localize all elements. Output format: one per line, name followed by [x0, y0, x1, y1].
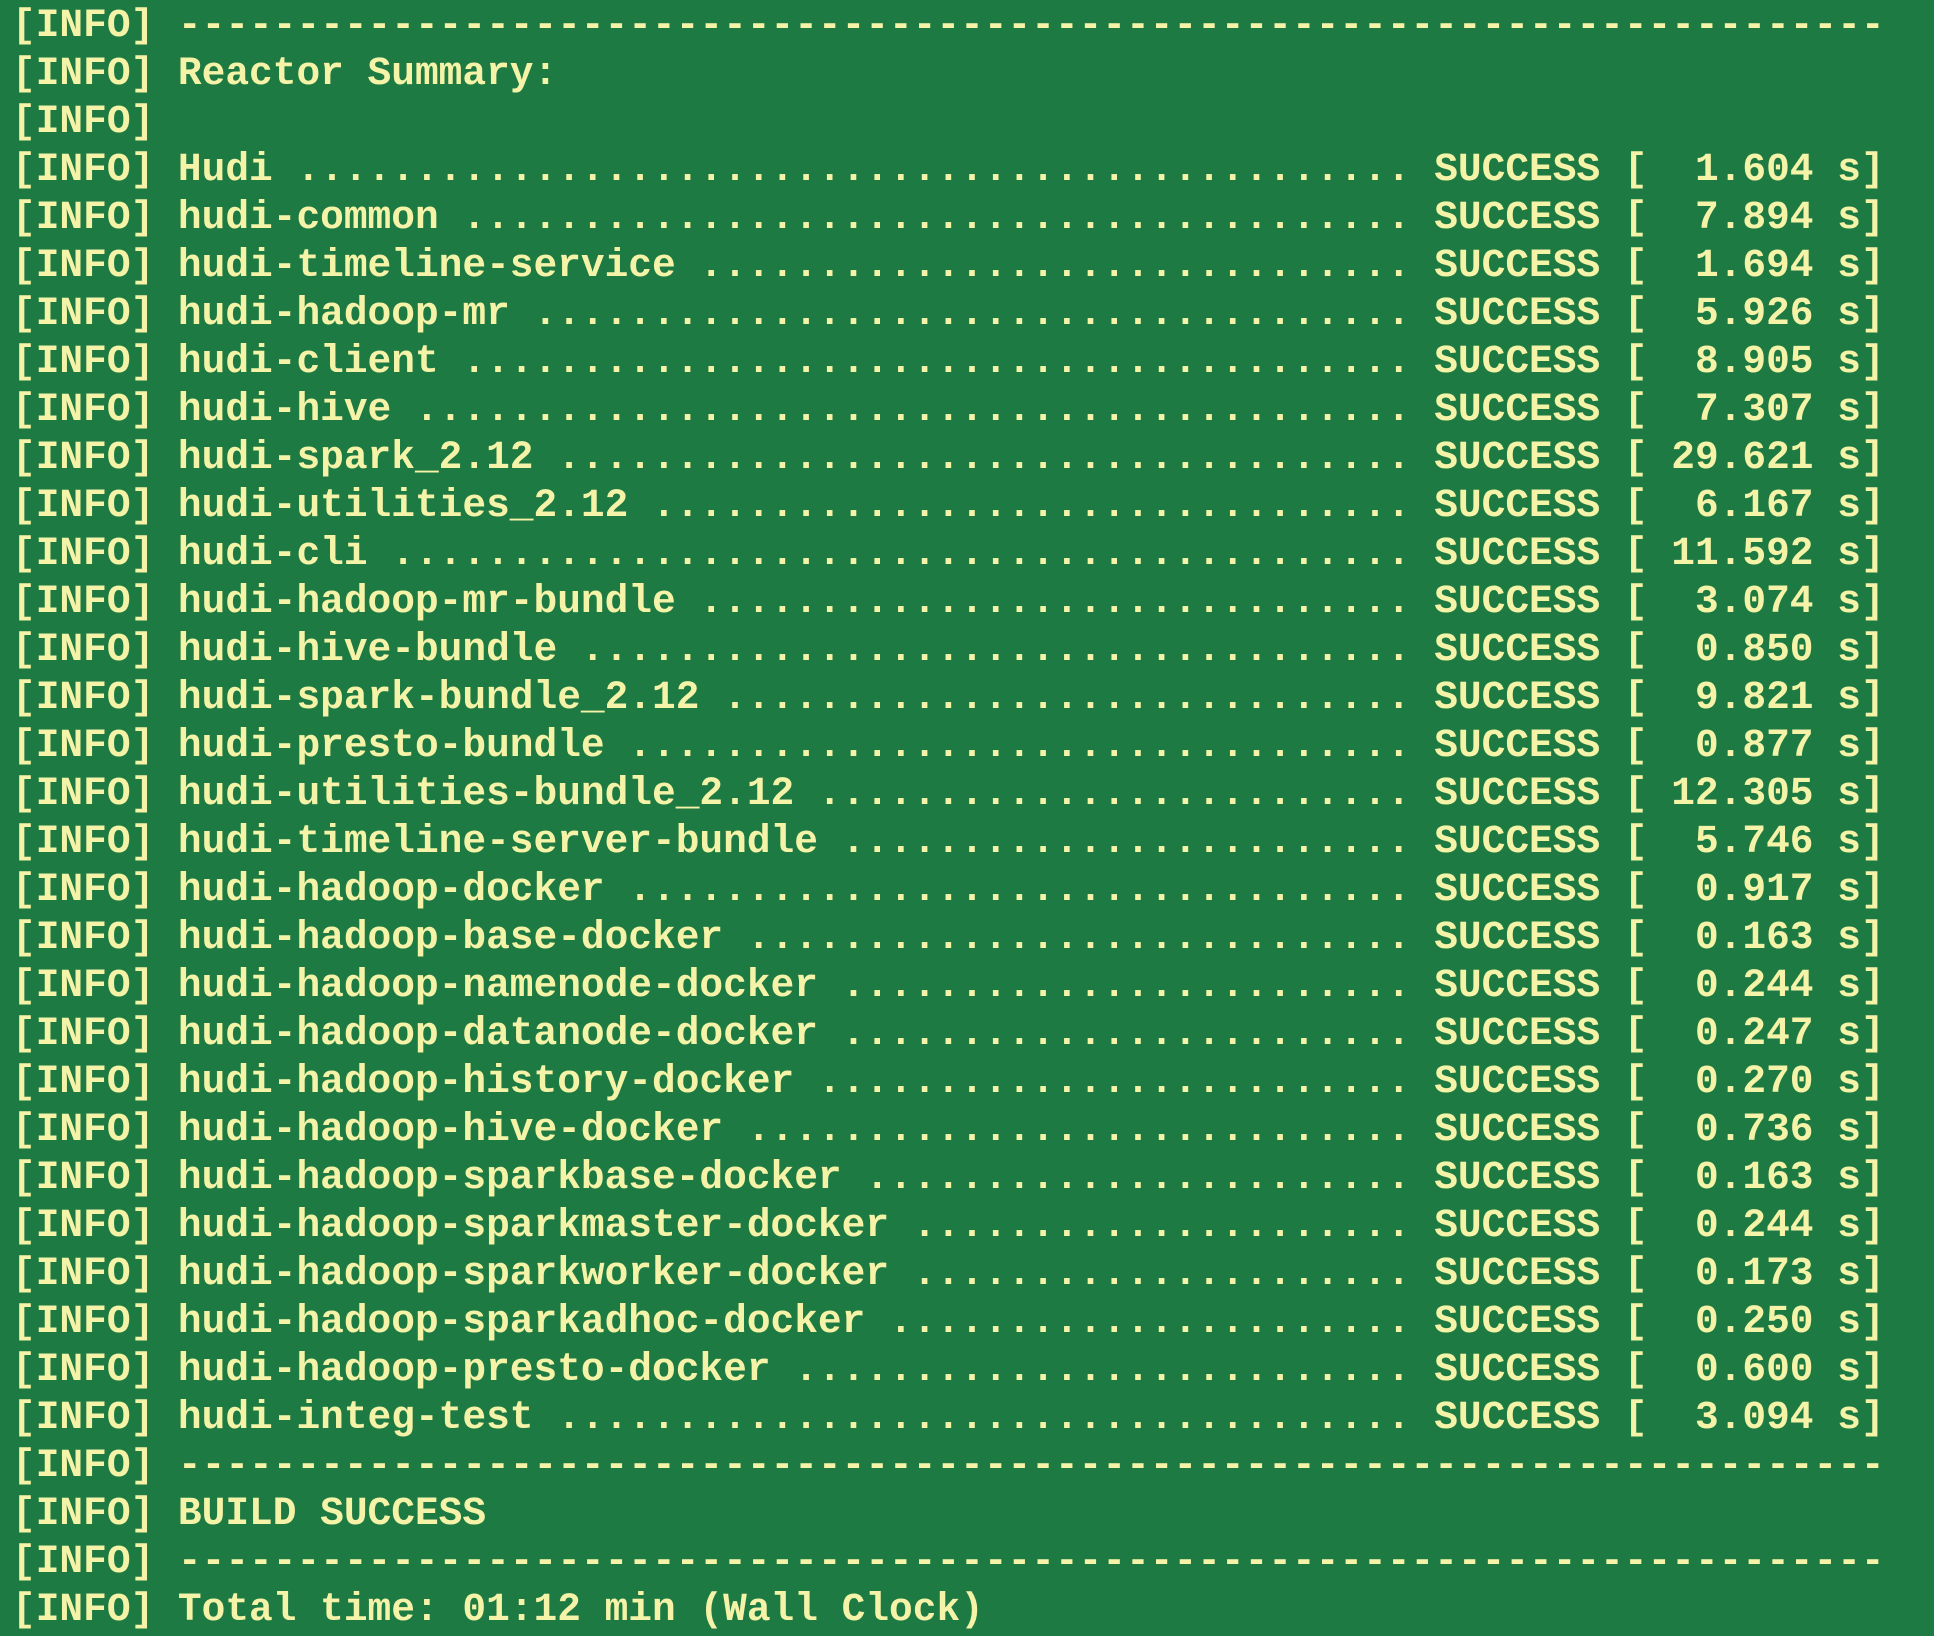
module-result-line: [INFO] hudi-utilities_2.12 .............…	[12, 483, 1885, 528]
module-result-line: [INFO] hudi-integ-test .................…	[12, 1395, 1885, 1440]
module-result-line: [INFO] hudi-spark-bundle_2.12 ..........…	[12, 675, 1885, 720]
separator-line: [INFO] ---------------------------------…	[12, 1443, 1885, 1488]
module-result-line: [INFO] hudi-cli ........................…	[12, 531, 1885, 576]
module-result-line: [INFO] hudi-timeline-service ...........…	[12, 243, 1885, 288]
reactor-summary-heading: [INFO] Reactor Summary:	[12, 51, 558, 96]
module-result-line: [INFO] hudi-hadoop-mr-bundle ...........…	[12, 579, 1885, 624]
module-result-line: [INFO] hudi-client .....................…	[12, 339, 1885, 384]
module-result-line: [INFO] hudi-hive .......................…	[12, 387, 1885, 432]
blank-info-line: [INFO]	[12, 99, 155, 144]
module-result-line: [INFO] hudi-hadoop-sparkbase-docker ....…	[12, 1155, 1885, 1200]
module-result-line: [INFO] Hudi ............................…	[12, 147, 1885, 192]
module-result-line: [INFO] hudi-hadoop-presto-docker .......…	[12, 1347, 1885, 1392]
total-time-line: [INFO] Total time: 01:12 min (Wall Clock…	[12, 1587, 984, 1632]
module-result-line: [INFO] hudi-hadoop-docker ..............…	[12, 867, 1885, 912]
module-result-line: [INFO] hudi-common .....................…	[12, 195, 1885, 240]
separator-line: [INFO] ---------------------------------…	[12, 1539, 1885, 1584]
module-result-line: [INFO] hudi-hadoop-history-docker ......…	[12, 1059, 1885, 1104]
module-result-line: [INFO] hudi-hadoop-namenode-docker .....…	[12, 963, 1885, 1008]
module-result-line: [INFO] hudi-hadoop-sparkworker-docker ..…	[12, 1251, 1885, 1296]
module-result-line: [INFO] hudi-hadoop-sparkadhoc-docker ...…	[12, 1299, 1885, 1344]
module-result-line: [INFO] hudi-presto-bundle ..............…	[12, 723, 1885, 768]
module-result-line: [INFO] hudi-hadoop-datanode-docker .....…	[12, 1011, 1885, 1056]
module-result-line: [INFO] hudi-utilities-bundle_2.12 ......…	[12, 771, 1885, 816]
module-result-line: [INFO] hudi-hadoop-mr ..................…	[12, 291, 1885, 336]
module-result-line: [INFO] hudi-timeline-server-bundle .....…	[12, 819, 1885, 864]
module-result-line: [INFO] hudi-hadoop-hive-docker .........…	[12, 1107, 1885, 1152]
build-status-line: [INFO] BUILD SUCCESS	[12, 1491, 487, 1536]
terminal-output[interactable]: [INFO] ---------------------------------…	[0, 0, 1934, 1636]
module-result-line: [INFO] hudi-spark_2.12 .................…	[12, 435, 1885, 480]
module-result-line: [INFO] hudi-hadoop-sparkmaster-docker ..…	[12, 1203, 1885, 1248]
module-result-line: [INFO] hudi-hadoop-base-docker .........…	[12, 915, 1885, 960]
module-result-line: [INFO] hudi-hive-bundle ................…	[12, 627, 1885, 672]
separator-line: [INFO] ---------------------------------…	[12, 3, 1885, 48]
